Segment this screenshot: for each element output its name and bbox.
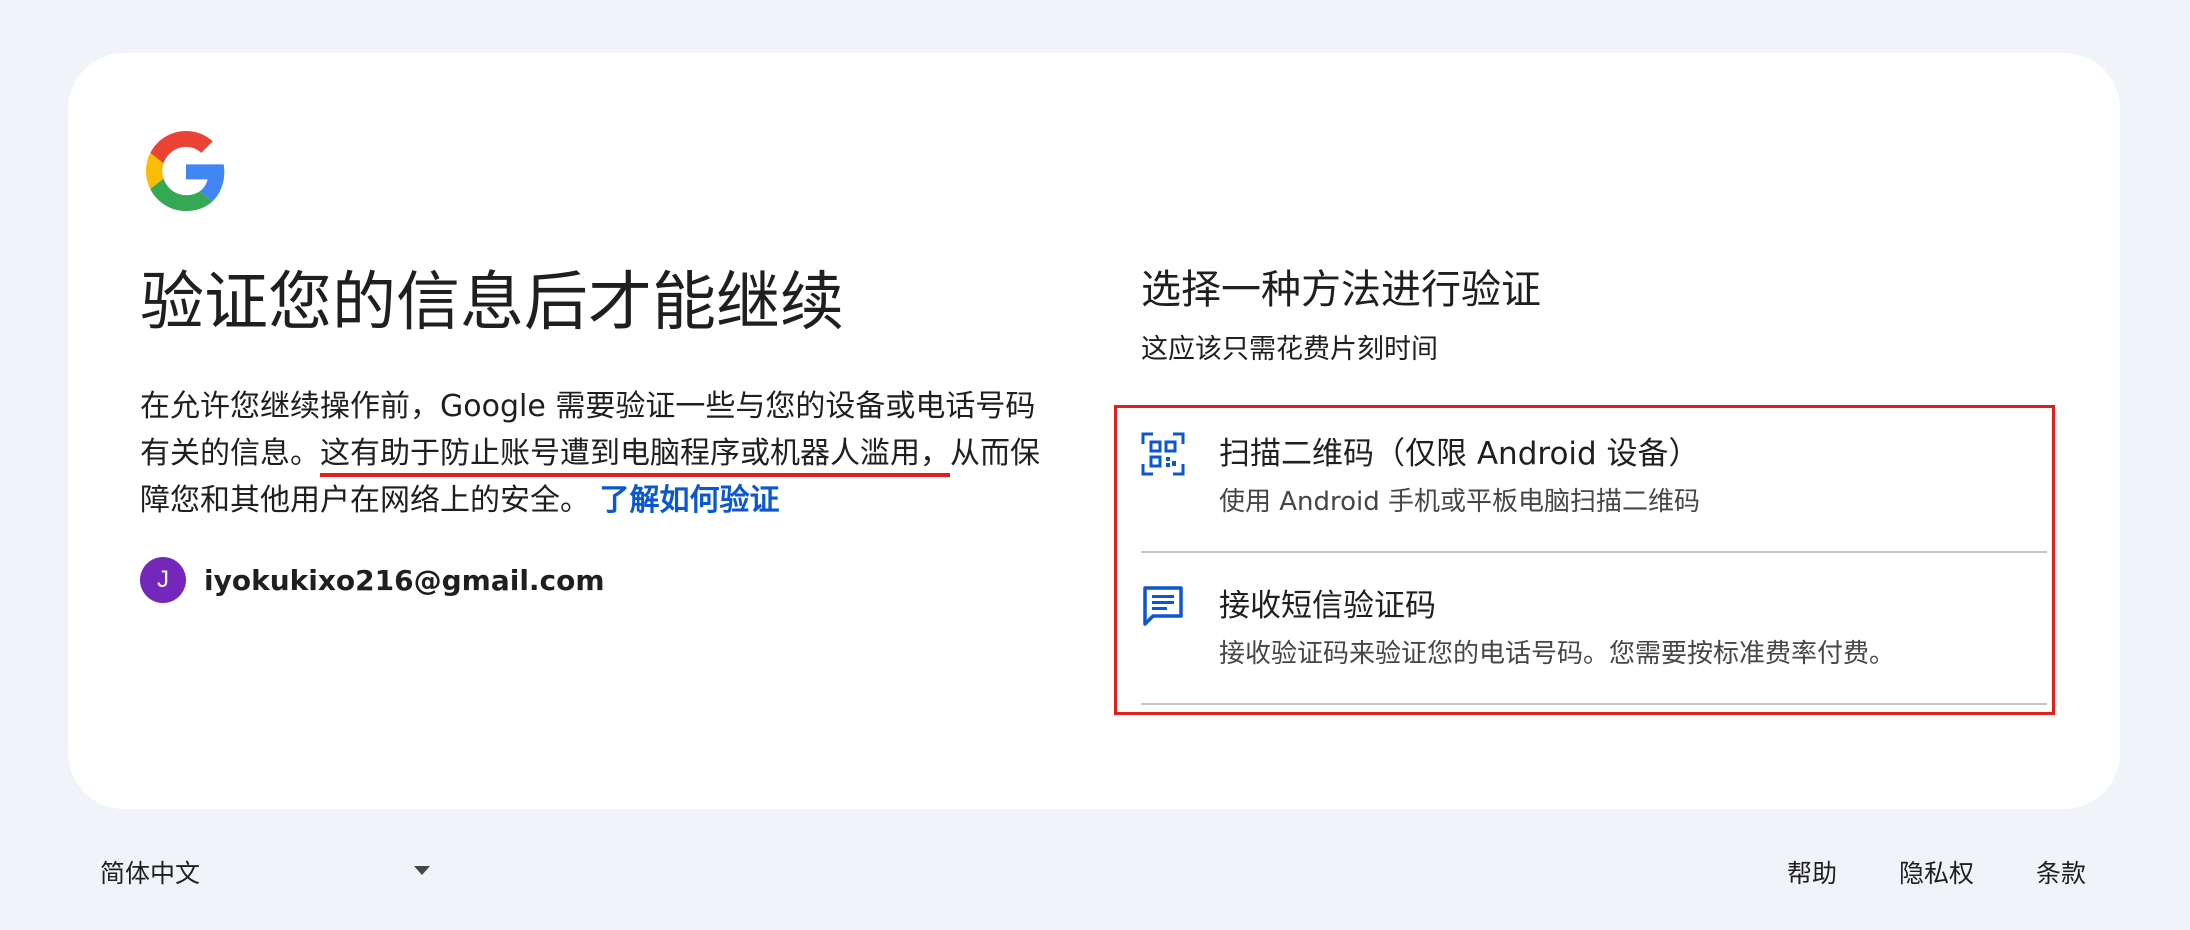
methods-title: 选择一种方法进行验证: [1141, 267, 1541, 313]
dropdown-arrow-icon: [414, 866, 430, 875]
qr-code-icon: [1141, 432, 1185, 476]
option-scan-qr-description: 使用 Android 手机或平板电脑扫描二维码: [1219, 487, 1701, 517]
language-selector[interactable]: 简体中文: [100, 850, 430, 894]
option-sms-title: 接收短信验证码: [1219, 588, 1436, 624]
language-label: 简体中文: [100, 859, 201, 888]
page-title: 验证您的信息后才能继续: [140, 266, 844, 340]
option-scan-qr-title: 扫描二维码（仅限 Android 设备）: [1219, 436, 1700, 472]
avatar: J: [140, 557, 186, 603]
terms-link[interactable]: 条款: [2036, 854, 2086, 890]
help-link[interactable]: 帮助: [1787, 854, 1837, 890]
privacy-link[interactable]: 隐私权: [1899, 854, 1974, 890]
learn-more-link[interactable]: 了解如何验证: [600, 483, 780, 518]
description-underlined-text: 这有助于防止账号遭到电脑程序或机器人滥用，: [320, 436, 950, 471]
footer-links: 帮助 隐私权 条款: [1725, 850, 2086, 894]
option-scan-qr-code[interactable]: 扫描二维码（仅限 Android 设备） 使用 Android 手机或平板电脑扫…: [1141, 418, 2047, 553]
verification-description: 在允许您继续操作前，Google 需要验证一些与您的设备或电话号码有关的信息。这…: [140, 383, 1040, 524]
account-chip: J iyokukixo216@gmail.com: [140, 556, 605, 604]
account-email: iyokukixo216@gmail.com: [204, 563, 605, 597]
option-sms-code[interactable]: 接收短信验证码 接收验证码来验证您的电话号码。您需要按标准费率付费。: [1141, 570, 2047, 705]
google-logo: [146, 131, 225, 211]
methods-subtitle: 这应该只需花费片刻时间: [1141, 334, 1438, 365]
option-sms-description: 接收验证码来验证您的电话号码。您需要按标准费率付费。: [1219, 639, 1896, 669]
message-icon: [1143, 586, 1183, 626]
